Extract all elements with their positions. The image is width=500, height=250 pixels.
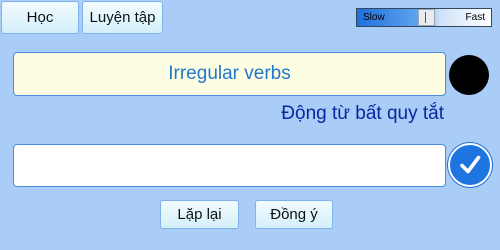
tab-practice[interactable]: Luyện tập (82, 1, 163, 34)
ok-button[interactable]: Đồng ý (255, 200, 333, 229)
check-button[interactable] (448, 143, 492, 187)
speed-slider-thumb[interactable] (418, 9, 435, 26)
speed-slow-label: Slow (363, 12, 385, 23)
repeat-button[interactable]: Lặp lại (160, 200, 239, 229)
check-icon (460, 155, 481, 174)
meaning-text: Động từ bất quy tắt (281, 103, 444, 124)
speed-slider[interactable]: Slow Fast (356, 8, 492, 27)
tab-learn[interactable]: Học (1, 1, 79, 34)
answer-input[interactable] (13, 144, 446, 187)
speed-fast-label: Fast (465, 12, 485, 23)
word-display: Irregular verbs (13, 52, 446, 96)
status-indicator-icon (449, 55, 489, 95)
